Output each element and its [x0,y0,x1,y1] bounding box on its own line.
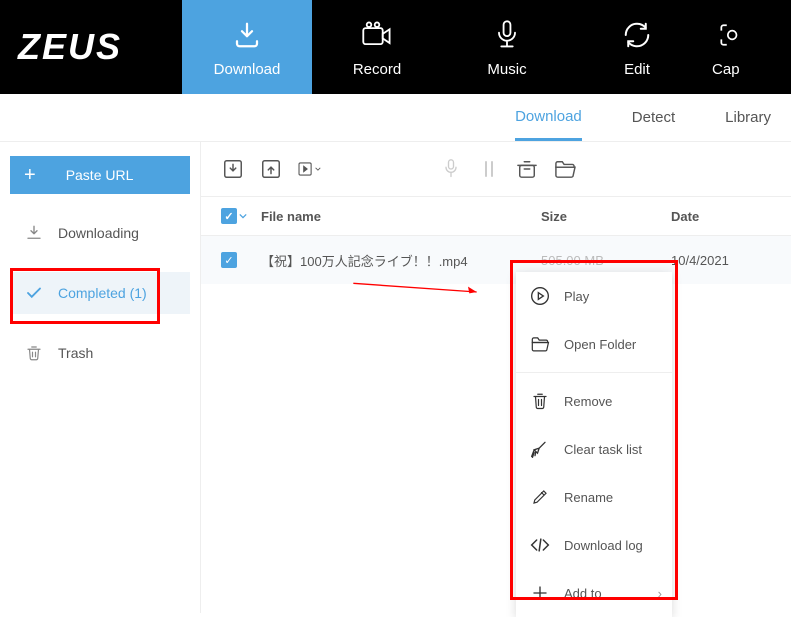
select-all-checkbox[interactable]: ✓ [221,208,237,224]
play-icon [530,286,550,306]
pause-icon[interactable] [477,157,501,181]
sidebar-downloading-label: Downloading [58,225,139,241]
main-area: + Paste URL Downloading Completed (1) Tr… [0,142,791,613]
nav-music[interactable]: Music [442,0,572,94]
ctx-play[interactable]: Play [516,272,672,320]
sidebar-completed-label: Completed (1) [58,285,147,301]
file-date: 10/4/2021 [671,253,771,268]
mic-tool-icon[interactable] [439,157,463,181]
ctx-remove[interactable]: Remove [516,377,672,425]
check-icon [24,283,44,303]
content-area: ✓ File name Size Date ✓ 【祝】100万人記念ライブ！！.… [200,142,791,613]
file-size: 505.00 MB [541,253,671,268]
ctx-open-folder-label: Open Folder [564,337,636,352]
nav-edit[interactable]: Edit [572,0,702,94]
folder-open-icon [530,334,550,354]
nav-edit-label: Edit [624,61,650,78]
ctx-open-folder[interactable]: Open Folder [516,320,672,368]
subnav-detect[interactable]: Detect [632,94,675,141]
sidebar: + Paste URL Downloading Completed (1) Tr… [0,142,200,613]
ctx-clear-label: Clear task list [564,442,642,457]
microphone-icon [489,17,525,53]
nav-download[interactable]: Download [182,0,312,94]
ctx-remove-label: Remove [564,394,612,409]
nav-capture-label: Cap [712,61,740,78]
upload-box-icon[interactable] [259,157,283,181]
chevron-down-icon[interactable] [239,212,247,220]
nav-record[interactable]: Record [312,0,442,94]
ctx-rename-label: Rename [564,490,613,505]
ctx-clear-task[interactable]: Clear task list [516,425,672,473]
ctx-add-to-label: Add to [564,586,602,601]
folder-tool-icon[interactable] [553,157,577,181]
ctx-add-to[interactable]: Add to › [516,569,672,617]
table-row[interactable]: ✓ 【祝】100万人記念ライブ！！.mp4 505.00 MB 10/4/202… [201,236,791,284]
code-icon [530,535,550,555]
nav-record-label: Record [353,61,401,78]
nav-download-label: Download [214,61,281,78]
sidebar-completed[interactable]: Completed (1) [10,272,190,314]
delete-tool-icon[interactable] [515,157,539,181]
paste-url-button[interactable]: + Paste URL [10,156,190,194]
ctx-play-label: Play [564,289,589,304]
subnav-download[interactable]: Download [515,94,582,141]
toolbar [201,142,791,196]
app-logo: ZEUS [18,26,122,68]
header-size[interactable]: Size [541,209,671,224]
row-checkbox[interactable]: ✓ [221,252,237,268]
remove-icon [530,391,550,411]
download-all-icon[interactable] [221,157,245,181]
header-date[interactable]: Date [671,209,771,224]
downloading-icon [24,223,44,243]
download-icon [229,17,265,53]
refresh-icon [619,17,655,53]
video-play-icon[interactable] [297,157,321,181]
sidebar-downloading[interactable]: Downloading [10,212,190,254]
broom-icon [530,439,550,459]
header-name[interactable]: File name [261,209,541,224]
sub-navigation: Download Detect Library [0,94,791,142]
ctx-download-log[interactable]: Download log [516,521,672,569]
sidebar-trash[interactable]: Trash [10,332,190,374]
file-name: 【祝】100万人記念ライブ！！.mp4 [261,251,541,270]
trash-icon [24,343,44,363]
add-icon [530,583,550,603]
plus-icon: + [24,164,36,187]
nav-music-label: Music [487,61,526,78]
capture-icon [712,17,748,53]
sidebar-trash-label: Trash [58,345,93,361]
context-menu: Play Open Folder Remove Clear task list … [516,272,672,617]
camera-icon [359,17,395,53]
top-navigation: ZEUS Download Record Music Edit Cap [0,0,791,94]
chevron-right-icon: › [658,586,662,601]
subnav-library[interactable]: Library [725,94,771,141]
paste-url-label: Paste URL [66,167,134,183]
pencil-icon [530,487,550,507]
table-header: ✓ File name Size Date [201,196,791,236]
ctx-rename[interactable]: Rename [516,473,672,521]
ctx-log-label: Download log [564,538,643,553]
nav-capture[interactable]: Cap [702,0,742,94]
